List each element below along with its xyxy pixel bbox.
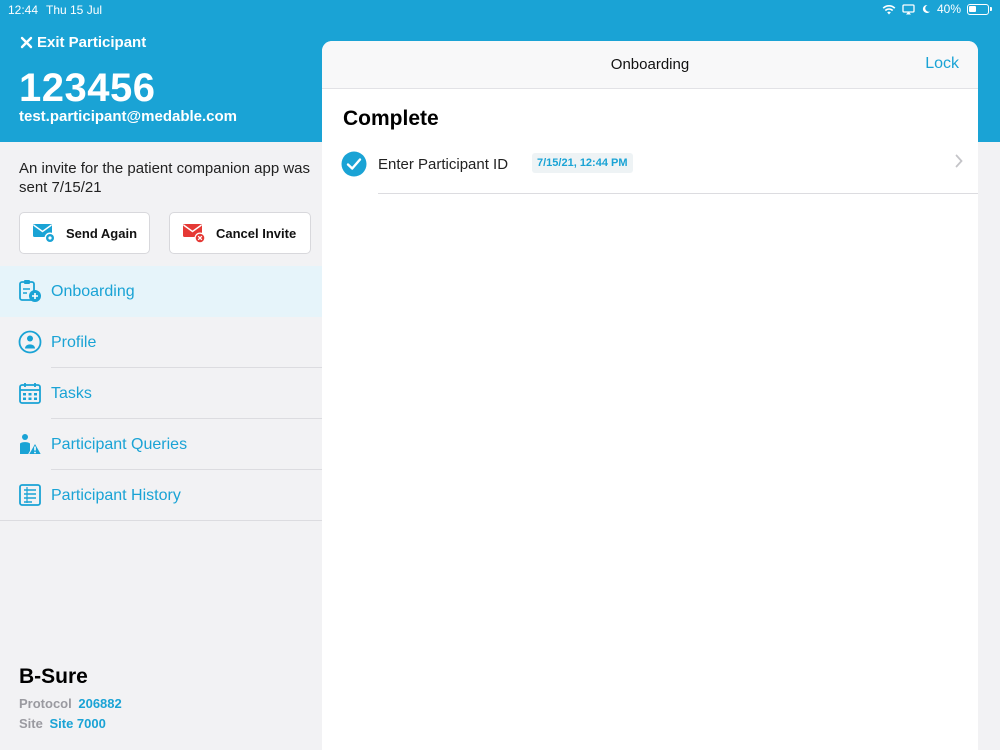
battery-tip xyxy=(990,7,992,11)
profile-icon xyxy=(18,330,42,354)
check-circle-icon xyxy=(341,151,367,177)
cancel-invite-label: Cancel Invite xyxy=(216,225,297,241)
site-row: Site Site 7000 xyxy=(19,716,106,731)
site-value: Site 7000 xyxy=(49,716,106,731)
mail-cancel-icon xyxy=(183,224,206,244)
exit-participant-label: Exit Participant xyxy=(37,34,147,51)
status-time: 12:44 xyxy=(8,3,39,17)
close-icon xyxy=(20,36,33,49)
lock-button[interactable]: Lock xyxy=(925,55,959,73)
task-timestamp: 7/15/21, 12:44 PM xyxy=(532,153,633,173)
screen-mirror-icon xyxy=(902,3,915,14)
divider xyxy=(0,520,322,521)
sidebar-item-tasks[interactable]: Tasks xyxy=(0,368,322,419)
history-list-icon xyxy=(19,484,41,506)
protocol-row: Protocol 206882 xyxy=(19,696,122,711)
panel-title: Onboarding xyxy=(610,56,690,73)
sidebar-item-participant-queries[interactable]: Participant Queries xyxy=(0,419,322,470)
sidebar-item-label: Participant Queries xyxy=(51,435,188,453)
onboarding-panel: Onboarding Lock Complete Enter Participa… xyxy=(322,41,978,750)
wifi-icon xyxy=(882,4,896,14)
exit-participant-button[interactable]: Exit Participant xyxy=(20,34,146,51)
calendar-icon xyxy=(19,383,41,404)
site-label: Site xyxy=(19,716,43,731)
moon-icon xyxy=(922,4,930,13)
send-again-button[interactable]: Send Again xyxy=(19,212,150,254)
send-again-label: Send Again xyxy=(66,225,138,241)
cancel-invite-button[interactable]: Cancel Invite xyxy=(169,212,311,254)
chevron-right-icon xyxy=(955,154,963,168)
study-name: B-Sure xyxy=(19,665,88,688)
sidebar-item-onboarding[interactable]: Onboarding xyxy=(0,266,322,317)
sidebar-item-label: Participant History xyxy=(51,486,181,504)
list-item[interactable]: Enter Participant ID 7/15/21, 12:44 PM xyxy=(322,140,978,194)
sidebar-item-label: Profile xyxy=(51,333,97,351)
clipboard-plus-icon xyxy=(19,280,41,302)
divider xyxy=(378,193,978,194)
sidebar-item-participant-history[interactable]: Participant History xyxy=(0,470,322,521)
status-date: Thu 15 Jul xyxy=(46,3,103,17)
status-indicators: 40% xyxy=(882,2,992,16)
sidebar-item-profile[interactable]: Profile xyxy=(0,317,322,368)
battery-percent: 40% xyxy=(936,2,961,16)
status-bar: 12:44 Thu 15 Jul 40% xyxy=(0,0,1000,20)
sidebar-item-label: Onboarding xyxy=(51,282,135,300)
battery-icon xyxy=(967,3,989,15)
mail-gear-icon xyxy=(33,224,56,244)
sidebar-item-label: Tasks xyxy=(51,384,92,402)
section-title: Complete xyxy=(343,107,439,130)
protocol-label: Protocol xyxy=(19,696,72,711)
task-label: Enter Participant ID xyxy=(378,156,509,173)
sidebar-nav: Onboarding Profile Tasks Participant Que… xyxy=(0,266,322,521)
participant-id: 123456 xyxy=(19,66,156,110)
protocol-value: 206882 xyxy=(78,696,122,711)
person-alert-icon xyxy=(20,434,42,455)
panel-header: Onboarding Lock xyxy=(322,41,978,89)
invite-message: An invite for the patient companion app … xyxy=(19,160,311,196)
participant-email: test.participant@medable.com xyxy=(19,108,238,125)
